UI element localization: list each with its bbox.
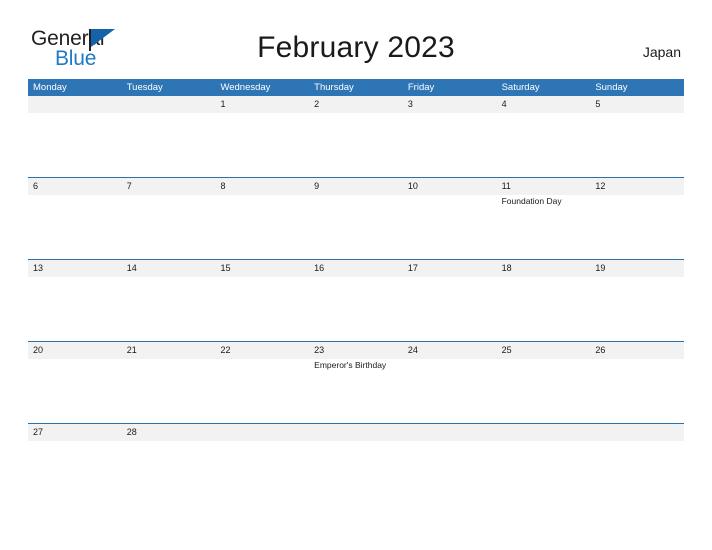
weekday-header-tuesday: Tuesday (126, 82, 163, 93)
calendar-day-cell[interactable]: 21 (122, 342, 216, 423)
day-number: 8 (220, 181, 226, 191)
calendar-day-cell[interactable]: 12 (590, 178, 684, 259)
calendar-day-cell[interactable]: 23 Emperor's Birthday (309, 342, 403, 423)
calendar-week-row: 27 28 (28, 423, 684, 452)
week-cells: 1 2 3 4 5 (28, 96, 684, 177)
day-events: Emperor's Birthday (314, 360, 403, 371)
weekday-header-row: Monday Tuesday Wednesday Thursday Friday… (28, 79, 684, 96)
day-number: 20 (33, 345, 44, 355)
day-number: 9 (314, 181, 320, 191)
calendar-week-row: 13 14 15 16 17 18 19 (28, 259, 684, 341)
calendar-page: General Blue February 2023 Japan Monday … (0, 0, 712, 550)
calendar-week-row: 1 2 3 4 5 (28, 96, 684, 177)
calendar-day-cell[interactable]: 7 (122, 178, 216, 259)
calendar-day-cell[interactable]: 2 (309, 96, 403, 177)
day-number: 1 (220, 99, 226, 109)
calendar-day-cell[interactable]: 9 (309, 178, 403, 259)
calendar-day-cell[interactable]: 19 (590, 260, 684, 341)
day-number: 2 (314, 99, 320, 109)
calendar-day-cell[interactable]: 8 (215, 178, 309, 259)
calendar-weeks: 1 2 3 4 5 6 7 8 9 10 11 Foundation Day 12 13 14 15 16 17 1… (28, 96, 684, 452)
weekday-header-monday: Monday (33, 82, 67, 93)
calendar-day-cell-empty (28, 96, 122, 177)
page-header: General Blue February 2023 Japan (0, 0, 712, 69)
day-number: 12 (595, 181, 606, 191)
calendar-day-cell[interactable]: 5 (590, 96, 684, 177)
calendar-day-cell-empty (497, 424, 591, 452)
calendar-day-cell-empty (309, 424, 403, 452)
calendar-grid: Monday Tuesday Wednesday Thursday Friday… (28, 79, 684, 452)
country-label: Japan (642, 44, 681, 60)
weekday-header-thursday: Thursday (314, 82, 354, 93)
calendar-day-cell-empty (590, 424, 684, 452)
day-number: 22 (220, 345, 231, 355)
weekday-header-friday: Friday (407, 82, 435, 93)
day-events: Foundation Day (502, 196, 591, 207)
weekday-header-wednesday: Wednesday (220, 82, 271, 93)
calendar-day-cell[interactable]: 22 (215, 342, 309, 423)
calendar-day-cell[interactable]: 6 (28, 178, 122, 259)
calendar-day-cell[interactable]: 1 (215, 96, 309, 177)
day-number: 10 (407, 181, 418, 191)
calendar-day-cell[interactable]: 17 (403, 260, 497, 341)
calendar-day-cell[interactable]: 24 (403, 342, 497, 423)
calendar-day-cell[interactable]: 15 (215, 260, 309, 341)
calendar-day-cell[interactable]: 11 Foundation Day (497, 178, 591, 259)
day-number: 24 (407, 345, 418, 355)
week-cells: 27 28 (28, 424, 684, 452)
calendar-day-cell[interactable]: 14 (122, 260, 216, 341)
day-number: 17 (407, 263, 418, 273)
calendar-day-cell[interactable]: 27 (28, 424, 122, 452)
calendar-day-cell[interactable]: 16 (309, 260, 403, 341)
day-number: 7 (126, 181, 132, 191)
day-number: 6 (33, 181, 39, 191)
calendar-day-cell[interactable]: 26 (590, 342, 684, 423)
week-cells: 6 7 8 9 10 11 Foundation Day 12 (28, 178, 684, 259)
calendar-day-cell[interactable]: 3 (403, 96, 497, 177)
day-number: 3 (407, 99, 413, 109)
day-number: 14 (126, 263, 137, 273)
week-cells: 13 14 15 16 17 18 19 (28, 260, 684, 341)
calendar-day-cell[interactable]: 18 (497, 260, 591, 341)
calendar-day-cell-empty (215, 424, 309, 452)
calendar-day-cell[interactable]: 13 (28, 260, 122, 341)
day-number: 25 (501, 345, 512, 355)
day-number: 16 (314, 263, 325, 273)
day-number: 13 (33, 263, 44, 273)
day-number: 21 (126, 345, 137, 355)
weekday-header-sunday: Sunday (595, 82, 628, 93)
day-number: 27 (33, 427, 44, 437)
day-number: 19 (595, 263, 606, 273)
calendar-day-cell[interactable]: 20 (28, 342, 122, 423)
day-number: 18 (501, 263, 512, 273)
calendar-week-row: 6 7 8 9 10 11 Foundation Day 12 (28, 177, 684, 259)
calendar-week-row: 20 21 22 23 Emperor's Birthday 24 25 26 (28, 341, 684, 423)
calendar-day-cell-empty (122, 96, 216, 177)
day-number: 4 (501, 99, 507, 109)
day-number: 11 (501, 181, 511, 191)
week-cells: 20 21 22 23 Emperor's Birthday 24 25 26 (28, 342, 684, 423)
calendar-day-cell[interactable]: 28 (122, 424, 216, 452)
day-number: 15 (220, 263, 231, 273)
calendar-day-cell[interactable]: 4 (497, 96, 591, 177)
calendar-day-cell[interactable]: 10 (403, 178, 497, 259)
weekday-header-saturday: Saturday (501, 82, 540, 93)
calendar-day-cell-empty (403, 424, 497, 452)
day-number: 28 (126, 427, 137, 437)
calendar-day-cell[interactable]: 25 (497, 342, 591, 423)
day-number: 5 (595, 99, 601, 109)
page-title: February 2023 (257, 31, 455, 64)
holiday-event-label: Emperor's Birthday (314, 360, 387, 370)
day-number: 23 (314, 345, 325, 355)
holiday-event-label: Foundation Day (501, 196, 562, 206)
day-number: 26 (595, 345, 606, 355)
